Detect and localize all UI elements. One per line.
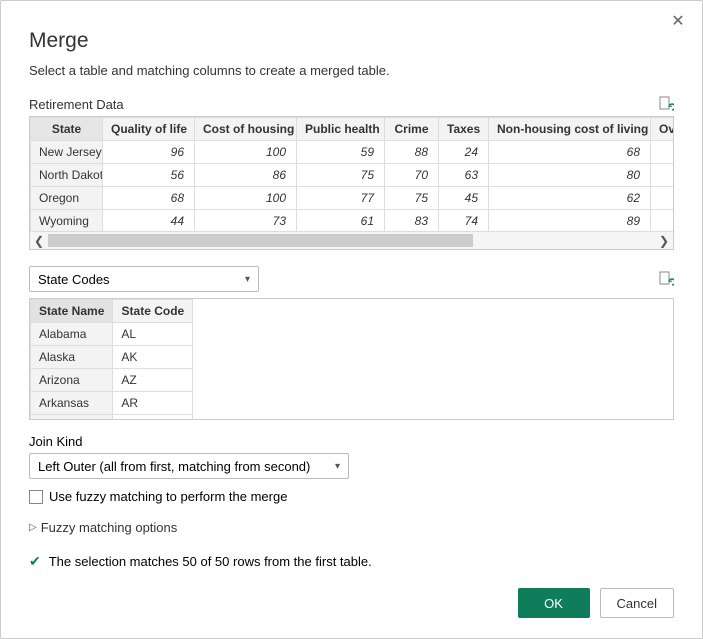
ok-button[interactable]: OK (518, 588, 590, 618)
merge-dialog: ✕ Merge Select a table and matching colu… (0, 0, 703, 639)
table-row[interactable]: CaliforniaCA (31, 415, 193, 421)
refresh-second-table-icon[interactable] (658, 271, 674, 287)
refresh-first-table-icon[interactable] (658, 96, 674, 112)
col-overall[interactable]: Ov (651, 118, 675, 141)
chevron-down-icon: ▾ (335, 461, 340, 472)
scroll-track[interactable] (48, 232, 655, 249)
dialog-title: Merge (29, 29, 674, 53)
join-kind-select[interactable]: Left Outer (all from first, matching fro… (29, 453, 349, 479)
table-row[interactable]: North Dakota 56 86 75 70 63 80 (31, 164, 675, 187)
table-header-row[interactable]: State Name State Code (31, 300, 193, 323)
cancel-button[interactable]: Cancel (600, 588, 674, 618)
col-nonhousing[interactable]: Non-housing cost of living (489, 118, 651, 141)
col-quality[interactable]: Quality of life (103, 118, 195, 141)
table-header-row[interactable]: State Quality of life Cost of housing Pu… (31, 118, 675, 141)
fuzzy-checkbox[interactable] (29, 490, 43, 504)
table-row[interactable]: Wyoming 44 73 61 83 74 89 (31, 210, 675, 233)
scroll-thumb[interactable] (48, 234, 473, 247)
status-text: The selection matches 50 of 50 rows from… (49, 554, 372, 569)
first-table[interactable]: State Quality of life Cost of housing Pu… (29, 116, 674, 250)
check-icon: ✔ (29, 553, 41, 570)
col-crime[interactable]: Crime (385, 118, 439, 141)
col-state-name[interactable]: State Name (31, 300, 113, 323)
scroll-left-icon[interactable]: ❮ (30, 232, 48, 249)
table-row[interactable]: AlaskaAK (31, 346, 193, 369)
second-table[interactable]: State Name State Code AlabamaAL AlaskaAK… (29, 298, 674, 420)
col-housing[interactable]: Cost of housing (195, 118, 297, 141)
fuzzy-checkbox-label: Use fuzzy matching to perform the merge (49, 489, 287, 504)
dialog-subtitle: Select a table and matching columns to c… (29, 63, 674, 78)
table-row[interactable]: ArizonaAZ (31, 369, 193, 392)
chevron-down-icon: ▾ (245, 274, 250, 285)
table-row[interactable]: ArkansasAR (31, 392, 193, 415)
table-row[interactable]: Oregon 68 100 77 75 45 62 (31, 187, 675, 210)
table-row[interactable]: AlabamaAL (31, 323, 193, 346)
col-taxes[interactable]: Taxes (439, 118, 489, 141)
fuzzy-options-expander[interactable]: ▷ Fuzzy matching options (29, 520, 674, 535)
horizontal-scrollbar[interactable]: ❮ ❯ (30, 231, 673, 249)
close-icon[interactable]: ✕ (668, 11, 688, 31)
join-kind-value: Left Outer (all from first, matching fro… (38, 459, 310, 474)
col-state-code[interactable]: State Code (113, 300, 193, 323)
table-row[interactable]: New Jersey 96 100 59 88 24 68 (31, 141, 675, 164)
first-table-label: Retirement Data (29, 97, 124, 112)
second-table-select-value: State Codes (38, 272, 110, 287)
second-table-select[interactable]: State Codes ▾ (29, 266, 259, 292)
col-state[interactable]: State (31, 118, 103, 141)
scroll-right-icon[interactable]: ❯ (655, 232, 673, 249)
join-kind-label: Join Kind (29, 434, 674, 449)
triangle-right-icon: ▷ (29, 522, 37, 533)
col-health[interactable]: Public health (297, 118, 385, 141)
fuzzy-options-label: Fuzzy matching options (41, 520, 178, 535)
